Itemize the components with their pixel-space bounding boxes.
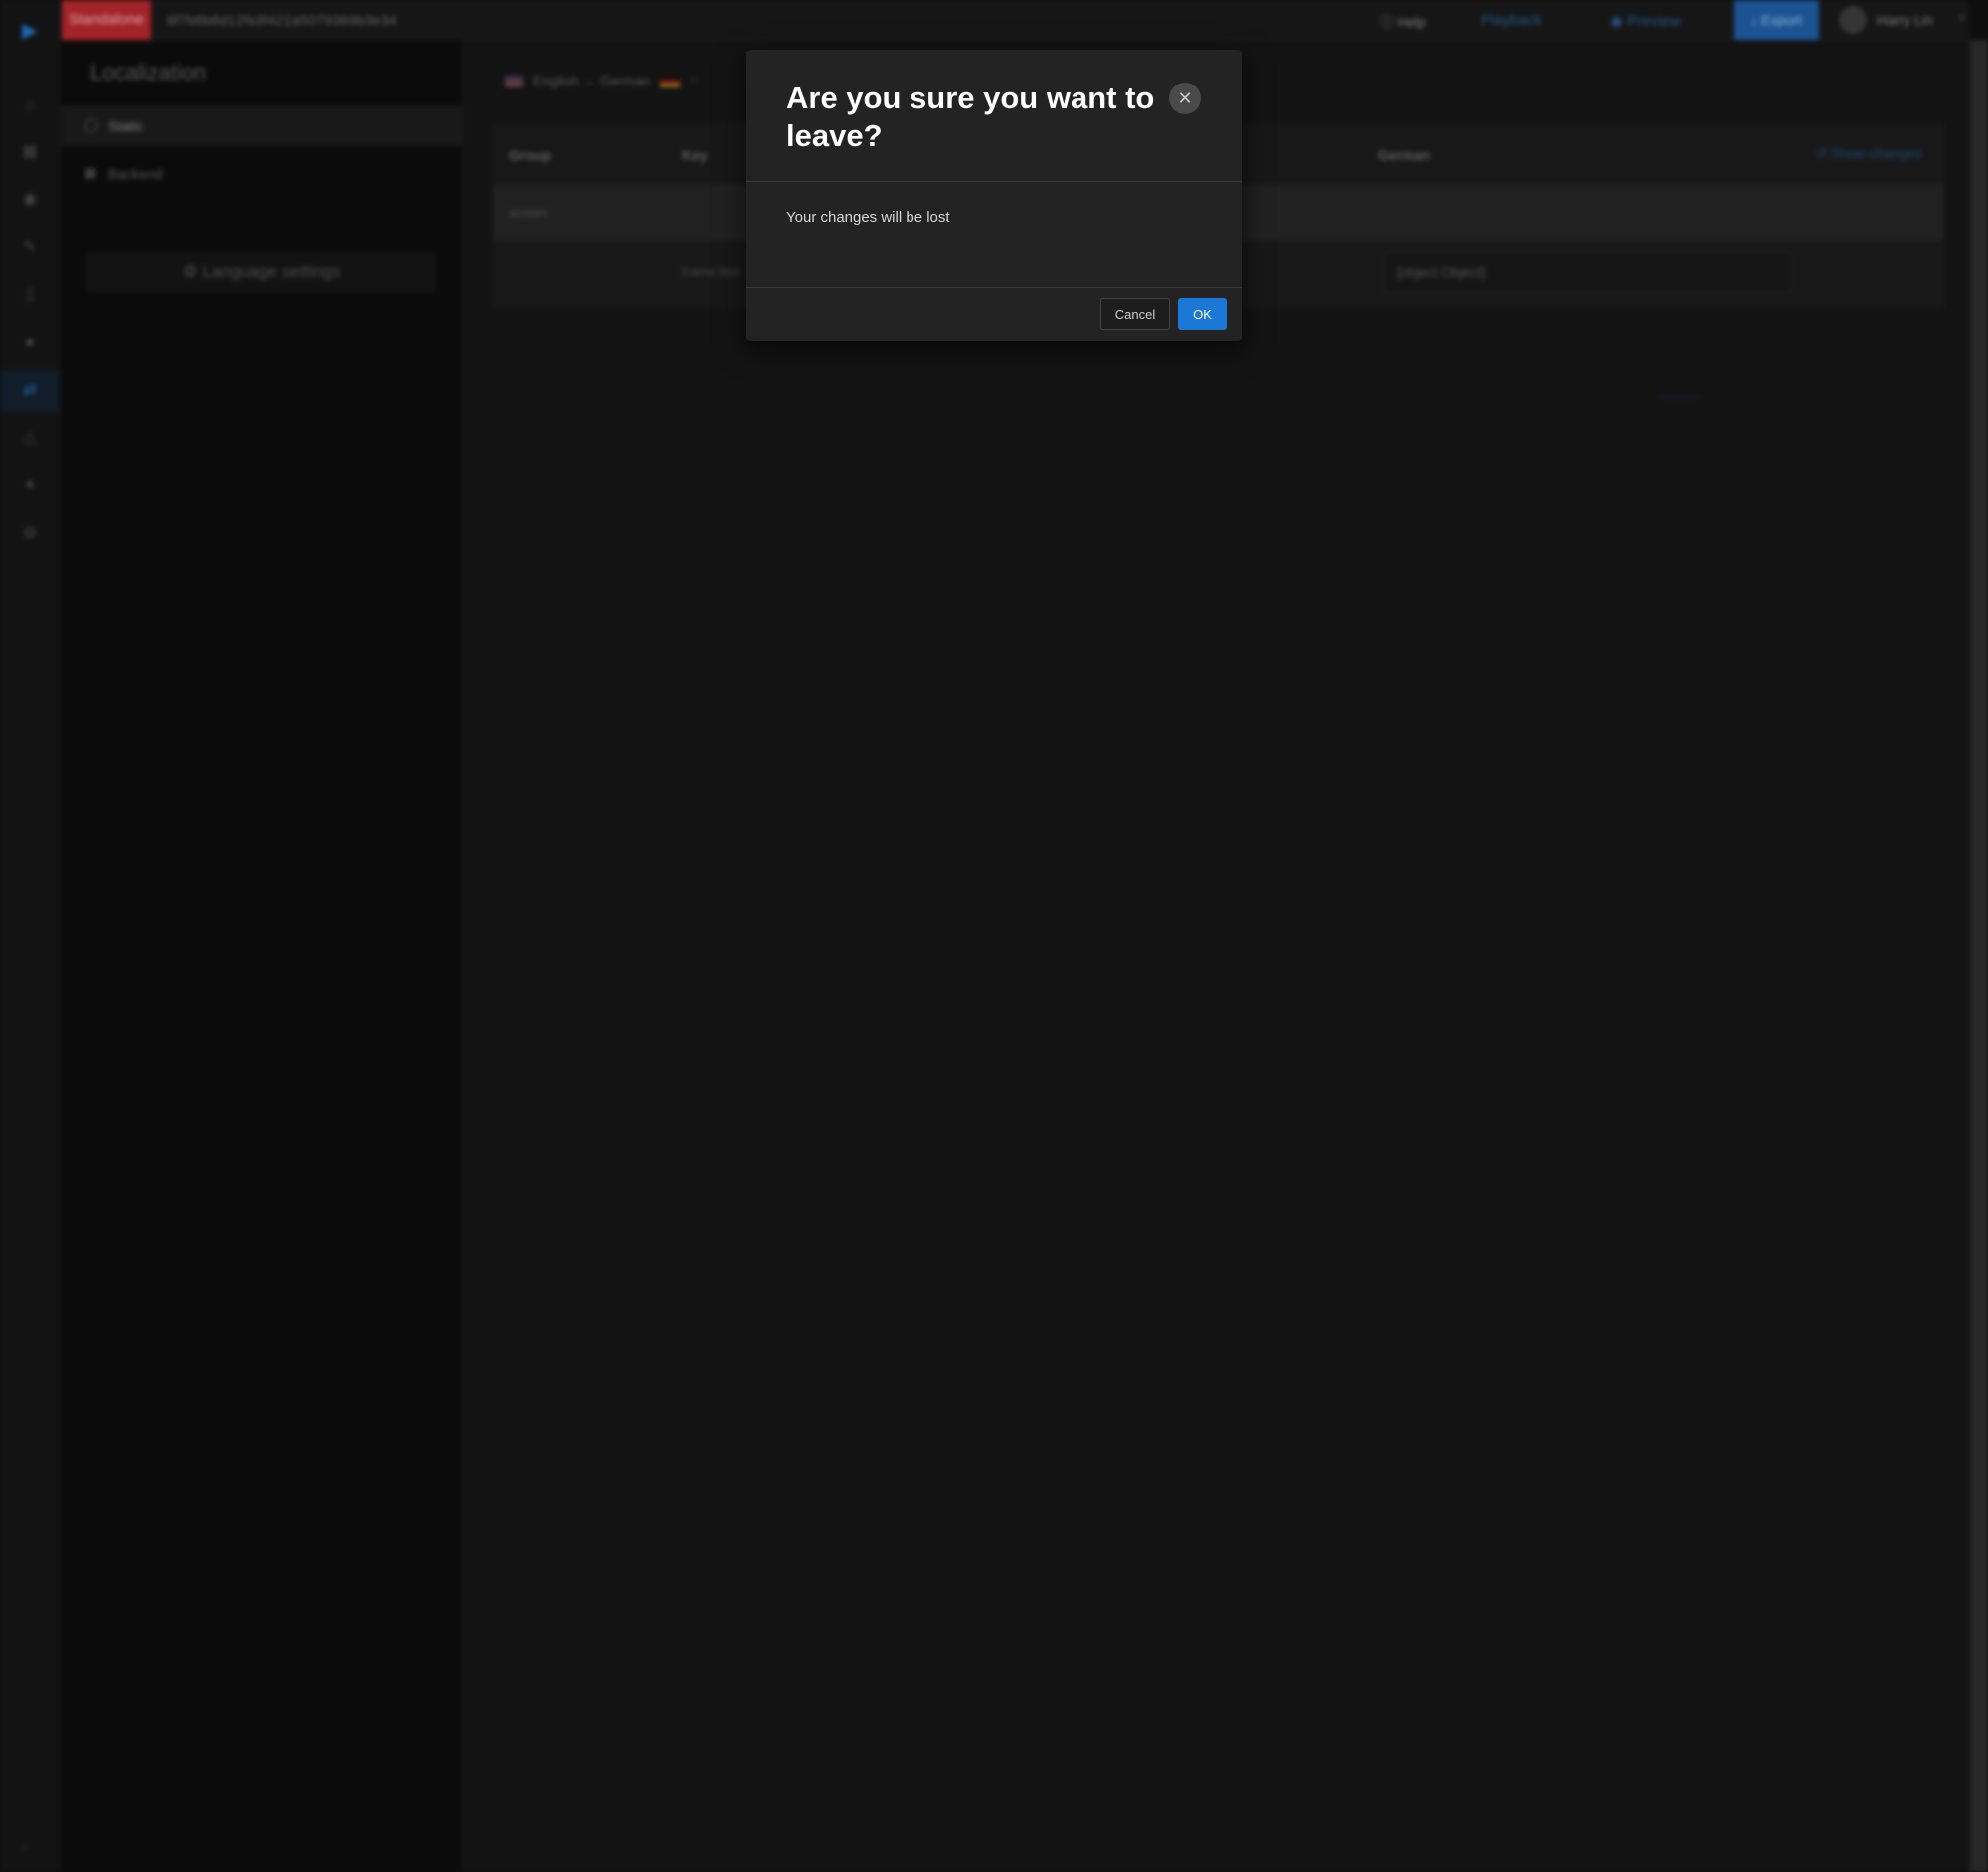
leave-confirmation-dialog: Are you sure you want to leave? ✕ Your c…: [746, 50, 1242, 341]
dialog-title: Are you sure you want to leave?: [786, 81, 1155, 153]
close-icon[interactable]: ✕: [1169, 83, 1201, 114]
dialog-message: Your changes will be lost: [786, 209, 950, 226]
cancel-button[interactable]: Cancel: [1100, 298, 1170, 330]
dialog-header: Are you sure you want to leave? ✕: [746, 50, 1242, 182]
app-window: ▶ ⌂ ▦ ◉ ✎ ▯ ● ⇄ △ ✦ ⚙ › Standalone 6f7b6…: [0, 0, 1988, 1872]
dialog-footer: Cancel OK: [746, 287, 1242, 341]
ok-button[interactable]: OK: [1178, 298, 1227, 330]
